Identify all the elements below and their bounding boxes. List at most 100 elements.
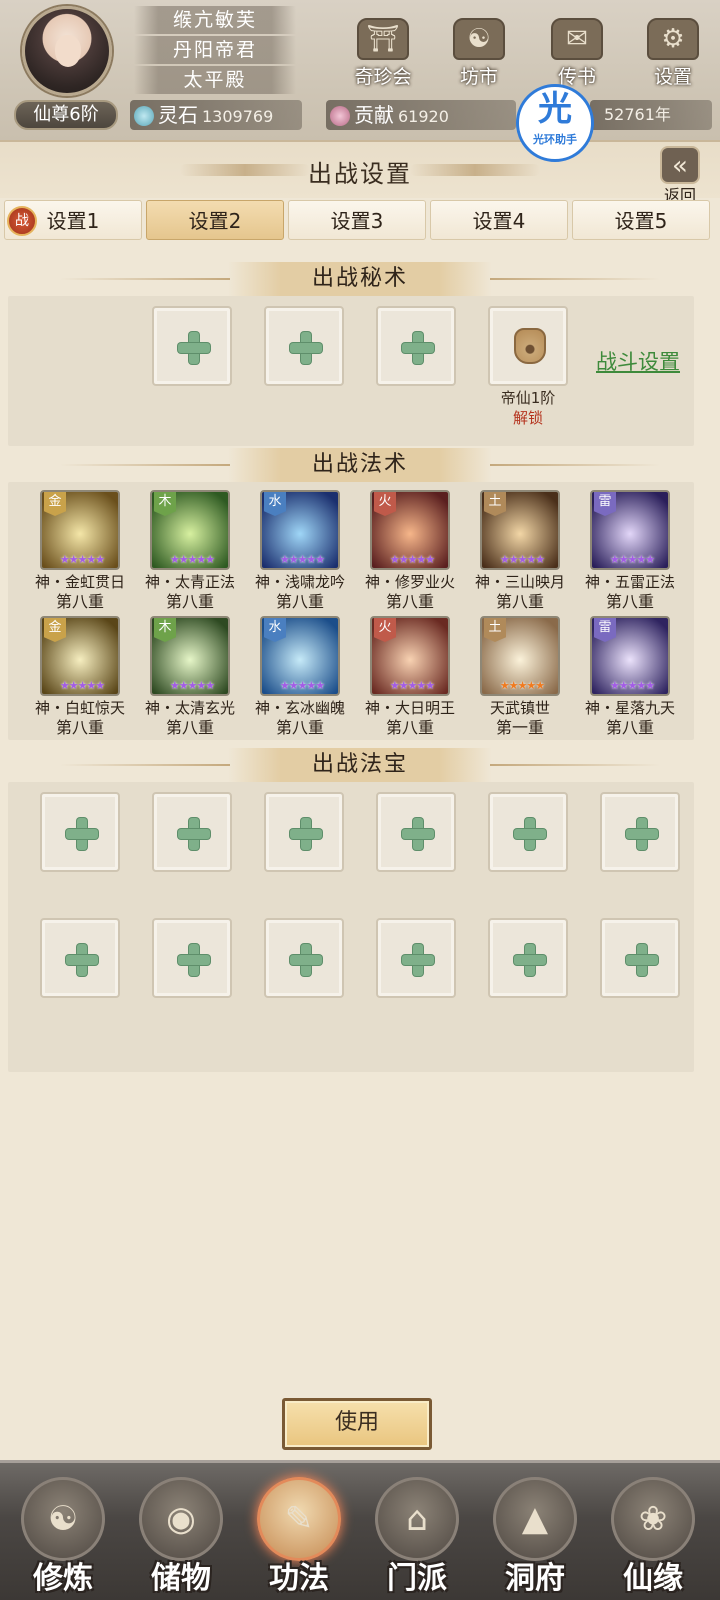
star-rating: ★★★★★	[609, 679, 655, 692]
player-avatar-area[interactable]: 仙尊6阶	[8, 6, 124, 130]
settings-label: 设置	[653, 66, 692, 88]
tab-label: 设置1	[46, 209, 100, 233]
nav-storage-button[interactable]: ◉ 储物	[126, 1463, 236, 1600]
years-value: 52761年	[604, 105, 671, 124]
tab-setup-5[interactable]: 设置5	[572, 200, 710, 240]
spell-name: 神・白虹惊天	[34, 699, 125, 717]
treasure-slot[interactable]	[264, 792, 344, 872]
star-rating: ★★★★★	[59, 679, 105, 692]
back-button[interactable]: « 返回	[650, 146, 710, 206]
spell-item[interactable]: 土 ★★★★★ 天武镇世 第一重	[465, 616, 575, 738]
nav-cave-button[interactable]: ▲ 洞府	[480, 1463, 590, 1600]
spell-tier: 第八重	[55, 592, 104, 611]
tab-setup-1[interactable]: 战 设置1	[4, 200, 142, 240]
spell-item[interactable]: 水 ★★★★★ 神・玄冰幽魄 第八重	[245, 616, 355, 738]
spell-tier: 第八重	[165, 592, 214, 611]
market-button[interactable]: ☯ 坊市	[442, 18, 516, 88]
treasure-slot[interactable]	[488, 792, 568, 872]
contribution-label: 贡献	[354, 103, 394, 127]
spell-area: 金 ★★★★★ 神・金虹贯日 第八重木 ★★★★★ 神・太青正法 第八重水 ★★★★★ 神・浅啸…	[8, 482, 694, 740]
spell-name: 神・大日明王	[364, 699, 455, 717]
treasure-slot[interactable]	[152, 918, 232, 998]
spell-tier: 第一重	[495, 718, 544, 737]
treasure-slot[interactable]	[376, 792, 456, 872]
spell-item[interactable]: 土 ★★★★★ 神・三山映月 第八重	[465, 490, 575, 612]
secret-art-slot[interactable]	[376, 306, 456, 386]
treasure-slot[interactable]	[264, 918, 344, 998]
divider	[490, 464, 660, 466]
spell-item[interactable]: 火 ★★★★★ 神・大日明王 第八重	[355, 616, 465, 738]
battle-settings-link[interactable]: 战斗设置	[596, 346, 680, 376]
spell-icon: 木 ★★★★★	[150, 616, 230, 696]
treasure-slot[interactable]	[488, 918, 568, 998]
tab-setup-2[interactable]: 设置2	[146, 200, 284, 240]
nav-cultivate-icon: ☯	[21, 1477, 105, 1561]
nav-cultivate-button[interactable]: ☯ 修炼	[8, 1463, 118, 1600]
nav-skills-button[interactable]: ✎ 功法	[244, 1463, 354, 1600]
spell-icon: 木 ★★★★★	[150, 490, 230, 570]
spirit-stone-value: 1309769	[202, 107, 274, 126]
spell-tier: 第八重	[605, 592, 654, 611]
spell-item[interactable]: 雷 ★★★★★ 神・五雷正法 第八重	[575, 490, 685, 612]
nav-fate-button[interactable]: ❀ 仙缘	[598, 1463, 708, 1600]
treasure-fair-label: 奇珍会	[354, 66, 412, 88]
spell-item[interactable]: 火 ★★★★★ 神・修罗业火 第八重	[355, 490, 465, 612]
setup-tabs: 战 设置1 设置2 设置3 设置4 设置5	[4, 200, 716, 242]
treasure-slot[interactable]	[376, 918, 456, 998]
spell-name: 神・太清玄光	[144, 699, 235, 717]
secret-art-heading: 出战秘术	[0, 262, 720, 296]
spell-tier: 第八重	[275, 592, 324, 611]
nav-sect-icon: ⌂	[375, 1477, 459, 1561]
assistant-floating-button[interactable]: 光 光环助手	[516, 84, 594, 162]
element-tag: 火	[374, 492, 396, 516]
treasure-slot[interactable]	[600, 918, 680, 998]
spell-item[interactable]: 金 ★★★★★ 神・白虹惊天 第八重	[25, 616, 135, 738]
unlock-label: 解锁	[512, 409, 543, 427]
element-tag: 木	[154, 618, 176, 642]
spell-name: 神・太青正法	[144, 573, 235, 591]
treasure-heading: 出战法宝	[0, 748, 720, 782]
secret-art-slot[interactable]	[152, 306, 232, 386]
spirit-stone-resource[interactable]: 灵石 1309769	[130, 100, 302, 130]
spell-icon: 火 ★★★★★	[370, 616, 450, 696]
scroll-icon: ✉	[551, 18, 603, 60]
spell-icon: 金 ★★★★★	[40, 490, 120, 570]
tab-setup-3[interactable]: 设置3	[288, 200, 426, 240]
spell-name: 神・修罗业火	[364, 573, 455, 591]
spell-icon: 水 ★★★★★	[260, 616, 340, 696]
rank-badge: 仙尊6阶	[14, 100, 118, 130]
spell-item[interactable]: 雷 ★★★★★ 神・星落九天 第八重	[575, 616, 685, 738]
top-bar: 仙尊6阶 缑亢敏芙 丹阳帝君 太平殿 灵石 1309769 贡献 61920 527…	[0, 0, 720, 140]
player-sect: 太平殿	[134, 66, 296, 94]
locked-secret-art-slot[interactable]	[488, 306, 568, 386]
tab-label: 设置3	[330, 209, 384, 233]
treasure-fair-button[interactable]: ⛩ 奇珍会	[346, 18, 420, 88]
spirit-stone-icon	[134, 105, 154, 126]
treasure-slot[interactable]	[40, 792, 120, 872]
spell-item[interactable]: 金 ★★★★★ 神・金虹贯日 第八重	[25, 490, 135, 612]
spell-name: 天武镇世	[489, 699, 550, 717]
treasure-slot[interactable]	[152, 792, 232, 872]
spell-item[interactable]: 水 ★★★★★ 神・浅啸龙吟 第八重	[245, 490, 355, 612]
section-title: 出战法宝	[228, 748, 492, 782]
spell-tier: 第八重	[385, 592, 434, 611]
settings-button[interactable]: ⚙ 设置	[636, 18, 710, 88]
plus-icon	[66, 818, 98, 850]
spell-item[interactable]: 木 ★★★★★ 神・太清玄光 第八重	[135, 616, 245, 738]
divider	[490, 764, 660, 766]
treasure-slot[interactable]	[40, 918, 120, 998]
tab-setup-4[interactable]: 设置4	[430, 200, 568, 240]
back-arrow-icon: «	[660, 146, 700, 184]
use-button[interactable]: 使用	[282, 1398, 432, 1450]
element-tag: 土	[484, 492, 506, 516]
secret-art-slot[interactable]	[264, 306, 344, 386]
avatar[interactable]	[22, 6, 112, 96]
nav-sect-button[interactable]: ⌂ 门派	[362, 1463, 472, 1600]
tab-label: 设置5	[614, 209, 668, 233]
treasure-slot[interactable]	[600, 792, 680, 872]
contribution-resource[interactable]: 贡献 61920	[326, 100, 516, 130]
mail-button[interactable]: ✉ 传书	[540, 18, 614, 88]
element-tag: 雷	[594, 492, 616, 516]
spell-item[interactable]: 木 ★★★★★ 神・太青正法 第八重	[135, 490, 245, 612]
nav-cave-label: 洞府	[505, 1561, 565, 1596]
